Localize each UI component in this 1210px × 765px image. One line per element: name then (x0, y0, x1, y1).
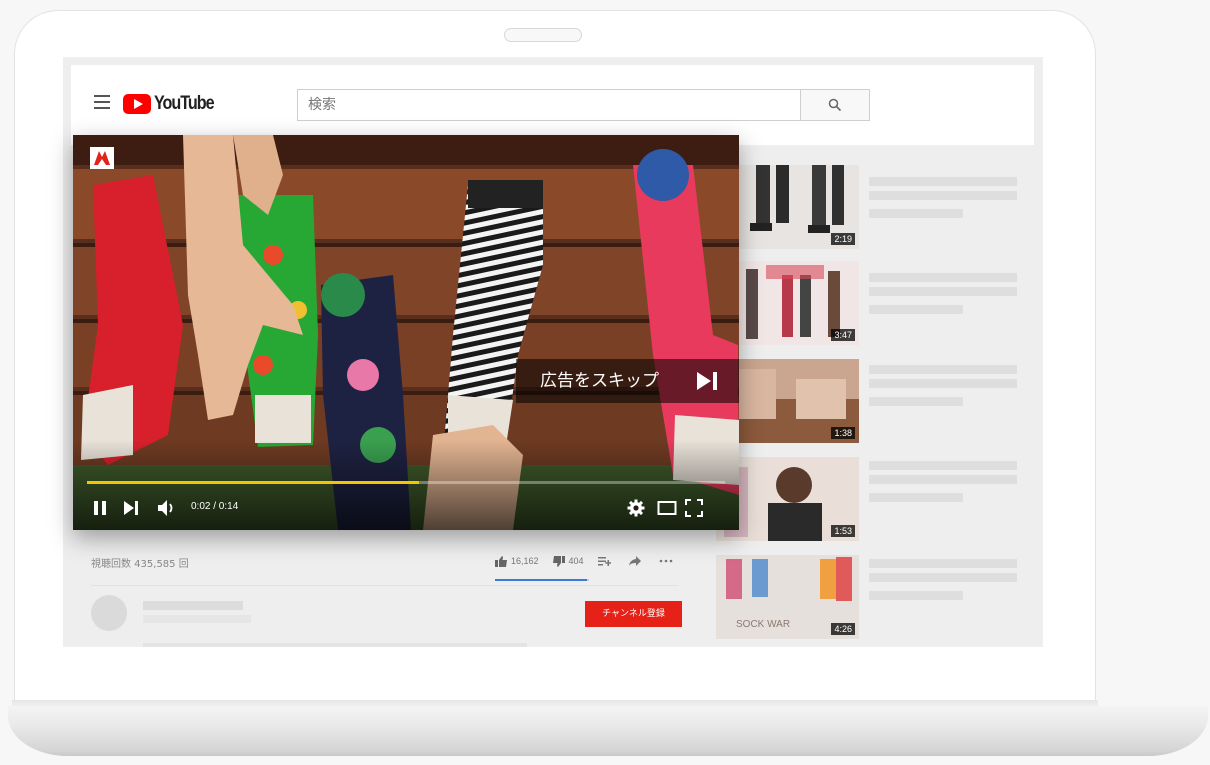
channel-placeholder (869, 397, 963, 406)
action-bar: 16,162 404 (495, 553, 691, 569)
view-count: 視聴回数 435,585 回 (91, 559, 189, 570)
skip-icon (697, 372, 717, 390)
progress-bar[interactable] (87, 481, 725, 484)
duration-badge: 2:19 (831, 233, 855, 245)
divider (91, 585, 679, 586)
recommendation-item[interactable]: 2:19 (716, 165, 1017, 251)
title-placeholder (869, 475, 1017, 484)
title-placeholder (869, 379, 1017, 388)
search-input[interactable]: 検索 (297, 89, 801, 121)
duration-badge: 1:38 (831, 427, 855, 439)
duration-badge: 4:26 (831, 623, 855, 635)
like-button[interactable]: 16,162 (495, 555, 539, 567)
channel-placeholder (869, 305, 963, 314)
sock-war-photo-thumbnail[interactable]: SOCK WAR 4:26 (716, 555, 859, 639)
more-button[interactable] (659, 559, 677, 563)
like-ratio-fill (495, 579, 587, 581)
youtube-logo[interactable]: YouTube (123, 93, 224, 115)
masthead: YouTube 検索 (71, 65, 1034, 145)
description-placeholder (143, 643, 527, 647)
subscribe-button[interactable]: チャンネル登録 (585, 601, 682, 627)
channel-avatar[interactable] (91, 595, 127, 631)
dislike-count: 404 (568, 556, 584, 566)
title-placeholder (869, 177, 1017, 186)
gear-icon[interactable] (627, 499, 645, 517)
search-button[interactable] (800, 89, 870, 121)
pause-icon[interactable] (93, 500, 107, 516)
like-ratio-bar (495, 579, 589, 581)
title-placeholder (869, 461, 1017, 470)
recommendation-item[interactable]: 1:38 (716, 359, 1017, 445)
title-placeholder (869, 191, 1017, 200)
theater-icon[interactable] (657, 500, 677, 516)
laptop-base (8, 706, 1208, 756)
share-button[interactable] (628, 556, 645, 566)
skip-ad-button[interactable]: 広告をスキップ (516, 359, 739, 403)
title-placeholder (869, 273, 1017, 282)
hamburger-icon[interactable] (94, 95, 110, 109)
laptop-camera (504, 28, 582, 42)
title-placeholder (869, 559, 1017, 568)
fullscreen-icon[interactable] (685, 499, 703, 517)
skip-ad-label: 広告をスキップ (540, 371, 659, 391)
channel-placeholder (869, 209, 963, 218)
channel-placeholder (869, 493, 963, 502)
title-placeholder (869, 287, 1017, 296)
youtube-logo-icon (123, 94, 151, 114)
youtube-logo-text: YouTube (154, 93, 215, 114)
brand-logo-icon[interactable] (90, 147, 114, 169)
recommendation-sidebar: 2:19 3:47 1:38 1:53 SOCK WAR 4:26 (716, 165, 1036, 647)
channel-placeholder (869, 591, 963, 600)
share-icon (628, 556, 641, 566)
playlist-add-icon (597, 556, 611, 566)
channel-name-placeholder (143, 601, 243, 610)
title-placeholder (869, 365, 1017, 374)
search-icon (828, 98, 842, 112)
next-icon[interactable] (123, 500, 139, 516)
duration-badge: 1:53 (831, 525, 855, 537)
video-info-panel: 視聴回数 435,585 回 16,162 404 チャンネル登録 (71, 535, 711, 647)
title-placeholder (869, 573, 1017, 582)
thumbs-up-icon (495, 555, 507, 567)
like-count: 16,162 (511, 556, 539, 566)
recommendation-item[interactable]: SOCK WAR 4:26 (716, 555, 1017, 641)
thumbnail-text: SOCK WAR (736, 619, 790, 630)
time-display: 0:02 / 0:14 (191, 501, 239, 512)
more-icon (659, 559, 672, 563)
recommendation-item[interactable]: 1:53 (716, 457, 1017, 543)
duration-badge: 3:47 (831, 329, 855, 341)
volume-icon[interactable] (157, 499, 177, 517)
channel-subs-placeholder (143, 615, 251, 623)
video-player[interactable]: 広告をスキップ 0:02 / 0:14 (73, 135, 739, 530)
add-to-playlist-button[interactable] (597, 556, 615, 566)
progress-bar-fill (87, 481, 419, 484)
recommendation-item[interactable]: 3:47 (716, 261, 1017, 347)
thumbs-down-icon (552, 555, 565, 567)
dislike-button[interactable]: 404 (552, 555, 584, 567)
player-controls: 0:02 / 0:14 (73, 491, 739, 525)
